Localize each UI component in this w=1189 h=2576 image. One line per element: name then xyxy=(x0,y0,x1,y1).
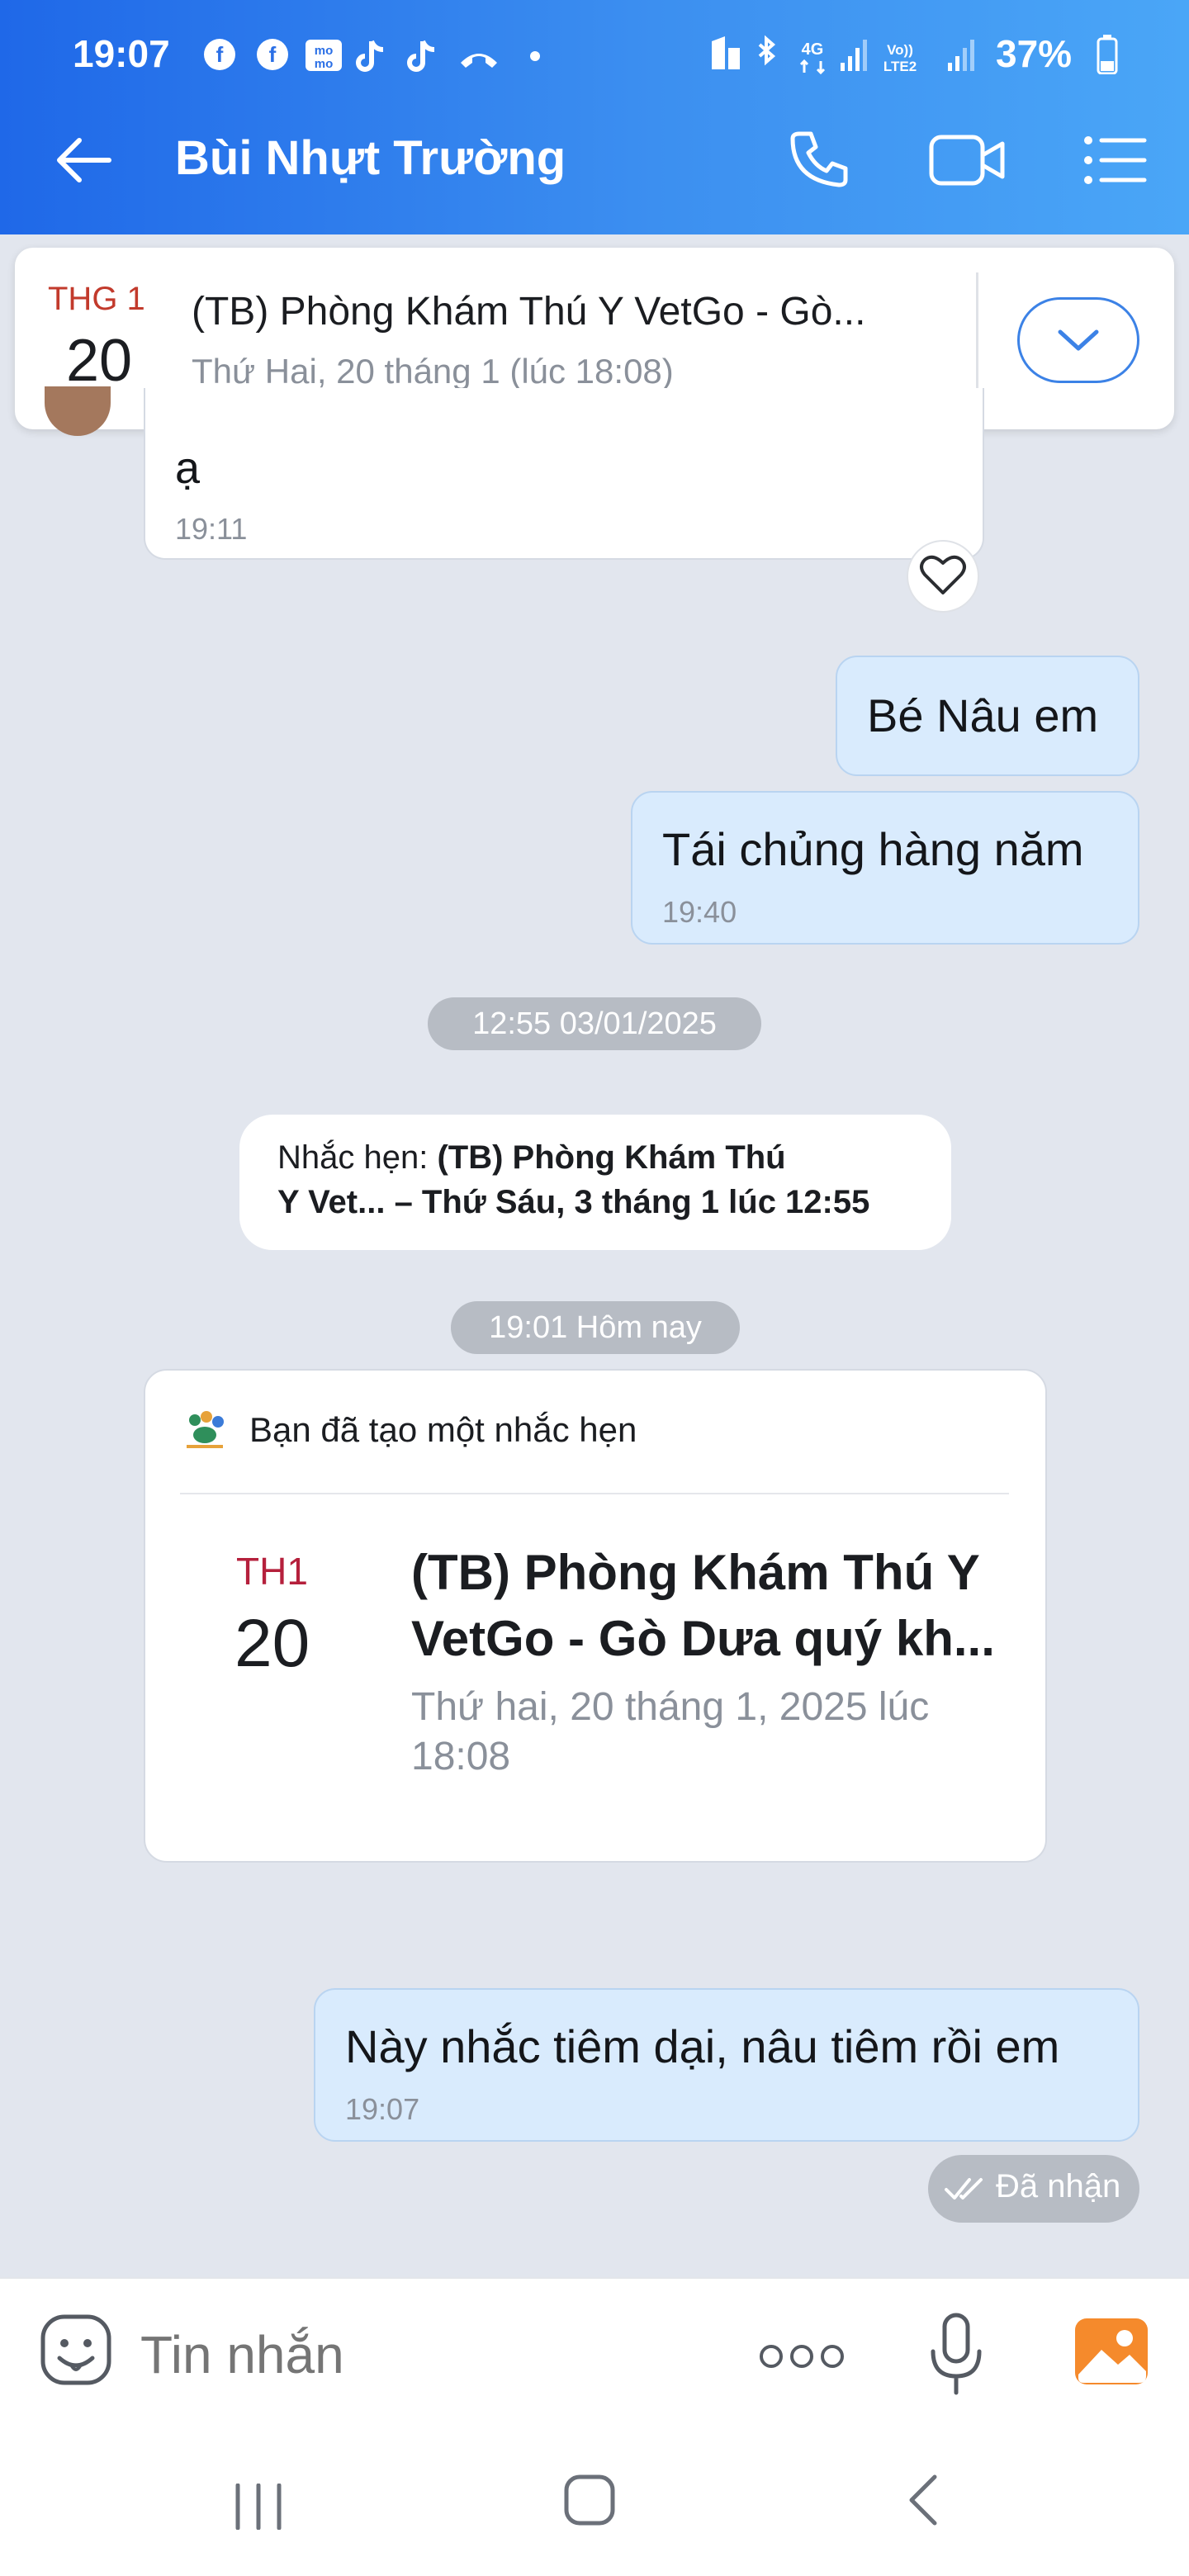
svg-text:mo: mo xyxy=(315,57,334,71)
reminder-card-title-line1: (TB) Phòng Khám Thú Y xyxy=(411,1545,980,1600)
battery-percent: 37% xyxy=(996,32,1073,75)
home-icon[interactable] xyxy=(563,2474,616,2526)
reminder-card-day: 20 xyxy=(234,1606,310,1681)
expand-pinned-button[interactable] xyxy=(1017,297,1139,383)
video-call-icon[interactable] xyxy=(928,130,1007,190)
system-reminder-message[interactable] xyxy=(239,1115,951,1250)
reminder-card-header: Bạn đã tạo một nhắc hẹn xyxy=(249,1410,637,1449)
date-divider: 19:01 Hôm nay xyxy=(451,1301,740,1354)
pinned-datetime: Thứ Hai, 20 tháng 1 (lúc 18:08) xyxy=(192,352,674,391)
status-notification-icons: f f mo mo xyxy=(198,35,545,74)
svg-text:mo: mo xyxy=(315,44,334,58)
reminder-card-month: TH1 xyxy=(236,1550,308,1593)
outgoing-message-text: Bé Nâu em xyxy=(867,689,1099,741)
heart-icon xyxy=(920,555,966,594)
message-input[interactable] xyxy=(140,2322,718,2388)
reminder-card-date-line1: Thứ hai, 20 tháng 1, 2025 lúc xyxy=(411,1685,930,1729)
svg-text:Vo)): Vo)) xyxy=(887,42,913,58)
network2-label: LTE2 xyxy=(883,59,917,74)
status-time: 19:07 xyxy=(73,32,170,75)
outgoing-message-time: 19:07 xyxy=(345,2092,420,2126)
more-options-icon[interactable] xyxy=(758,2340,846,2373)
incoming-message-time: 19:11 xyxy=(175,512,248,546)
battery-icon xyxy=(1097,35,1118,74)
pinned-day: 20 xyxy=(66,328,133,394)
image-gallery-icon[interactable] xyxy=(1073,2317,1149,2386)
pinned-title: (TB) Phòng Khám Thú Y VetGo - Gò... xyxy=(192,290,866,334)
react-heart-button[interactable] xyxy=(907,540,979,613)
system-reminder-title: (TB) Phòng Khám Thú xyxy=(437,1139,786,1176)
reminder-card-date-line2: 18:08 xyxy=(411,1735,511,1778)
network-label: 4G xyxy=(802,40,824,59)
svg-text:f: f xyxy=(216,42,224,67)
clinic-logo-icon xyxy=(182,1410,228,1451)
system-reminder-line1: Nhắc hẹn: (TB) Phòng Khám Thú xyxy=(277,1139,786,1177)
reminder-card-title-line2: VetGo - Gò Dưa quý kh... xyxy=(411,1611,995,1666)
outgoing-message-text: Tái chủng hàng năm xyxy=(662,823,1084,875)
system-reminder-label: Nhắc hẹn: xyxy=(277,1139,429,1176)
back-icon[interactable] xyxy=(907,2474,940,2526)
system-reminder-line2: Y Vet... – Thứ Sáu, 3 tháng 1 lúc 12:55 xyxy=(277,1184,870,1220)
outgoing-message-time: 19:40 xyxy=(662,895,737,929)
back-arrow-icon[interactable] xyxy=(53,135,112,185)
chevron-down-icon xyxy=(1058,329,1099,351)
reminder-card-divider xyxy=(180,1493,1009,1494)
microphone-icon[interactable] xyxy=(926,2312,986,2398)
outgoing-message-text: Này nhắc tiêm dại, nâu tiêm rồi em xyxy=(345,2020,1060,2072)
phone-call-icon[interactable] xyxy=(786,127,852,193)
svg-text:f: f xyxy=(269,42,277,67)
double-check-icon xyxy=(945,2173,986,2206)
status-system-icons: 4G Vo)) LTE2 xyxy=(708,33,989,76)
menu-list-icon[interactable] xyxy=(1083,134,1148,187)
emoji-sticker-icon[interactable] xyxy=(38,2312,114,2388)
incoming-message-text: ạ xyxy=(175,443,201,493)
date-divider: 12:55 03/01/2025 xyxy=(428,997,761,1050)
read-receipt-text: Đã nhận xyxy=(996,2168,1121,2204)
pinned-month: THG 1 xyxy=(48,281,145,317)
incoming-message-bubble[interactable] xyxy=(144,388,984,560)
recent-apps-icon[interactable] xyxy=(233,2484,284,2530)
pinned-divider xyxy=(976,272,978,405)
contact-name[interactable]: Bùi Nhựt Trường xyxy=(175,130,566,186)
